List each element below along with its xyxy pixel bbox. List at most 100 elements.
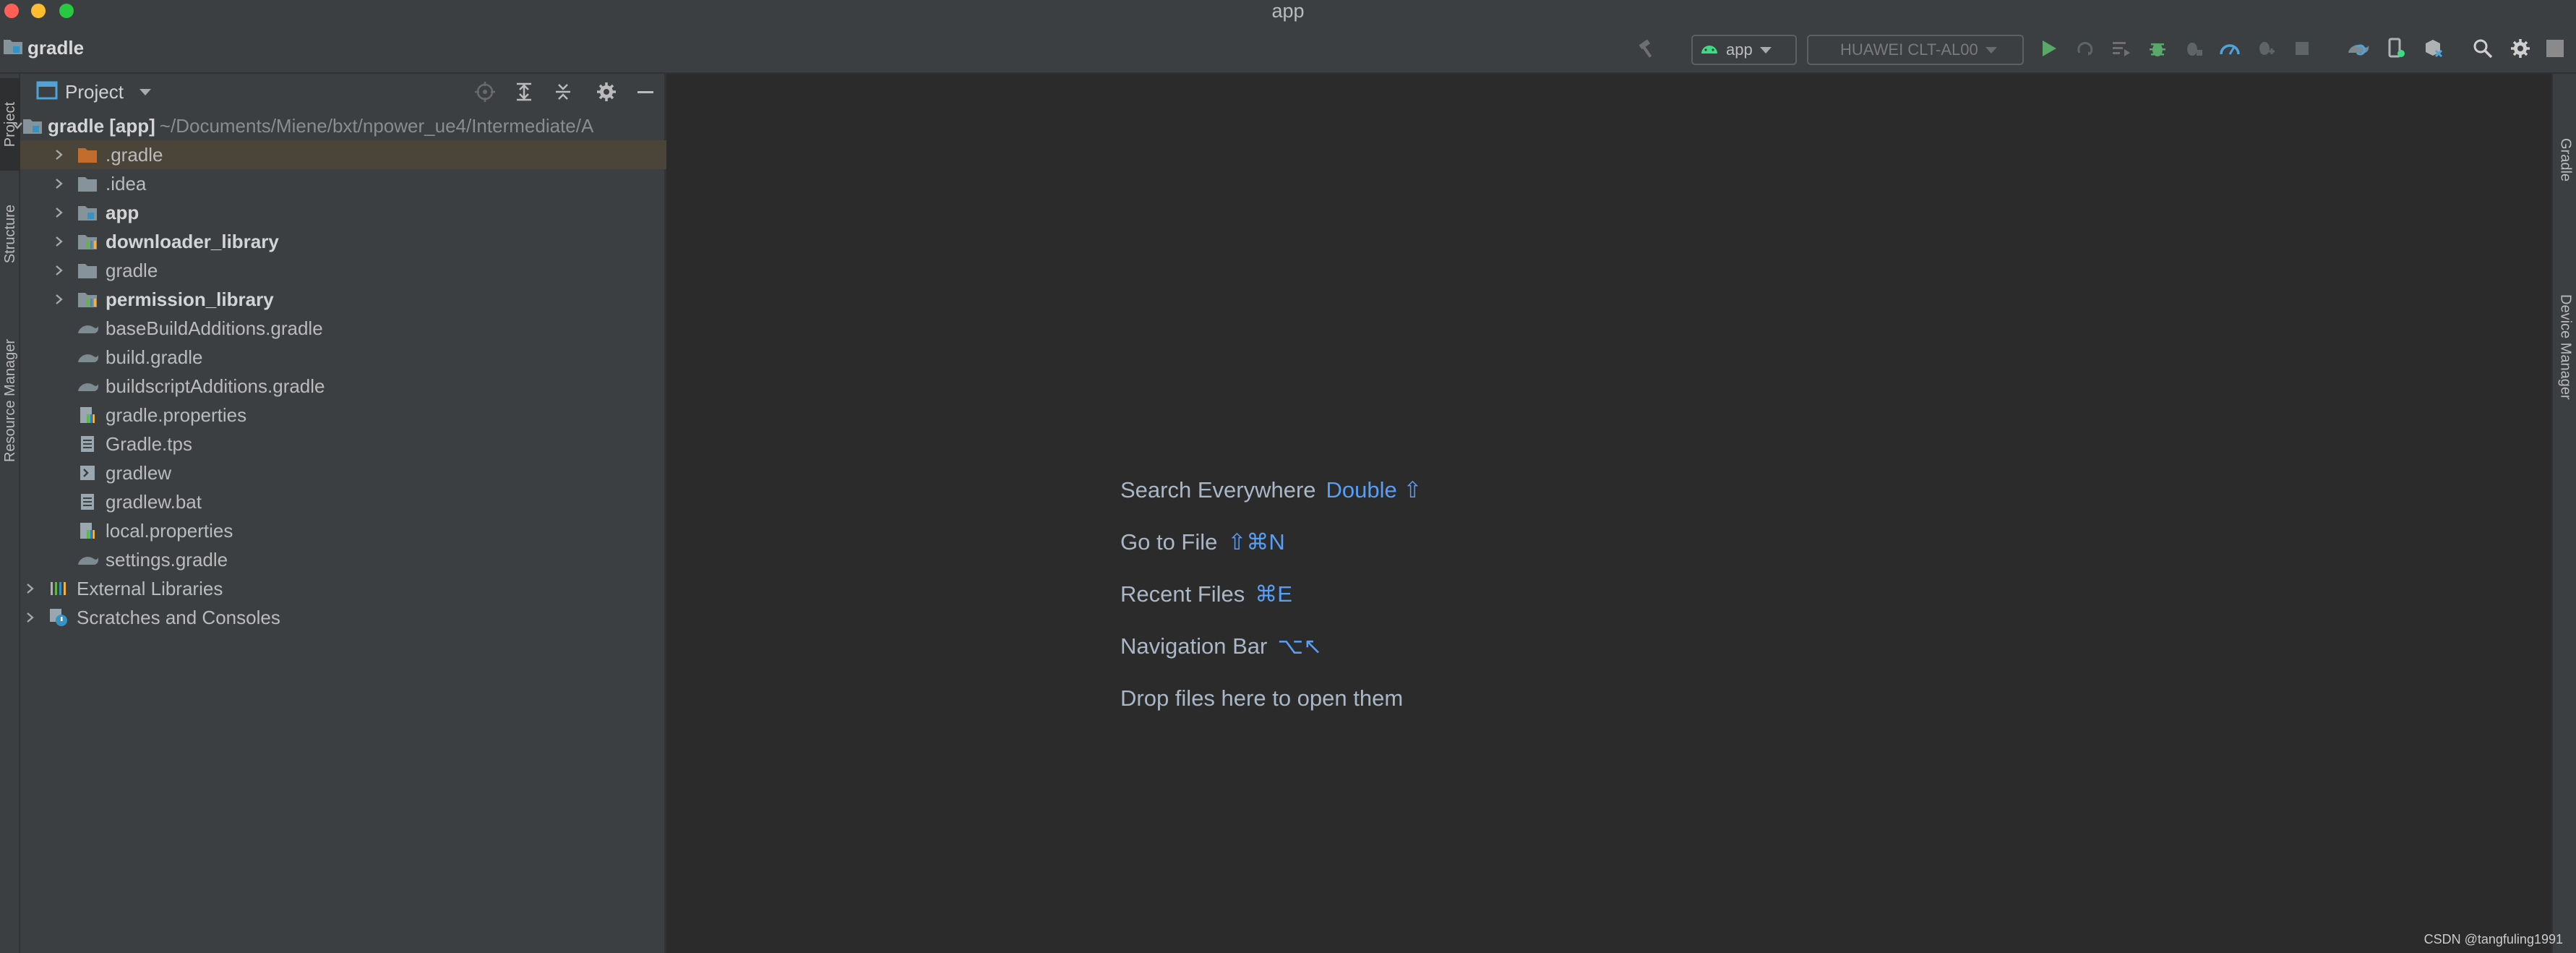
window-title: app [1271, 0, 1305, 22]
tree-row[interactable]: gradlew [20, 458, 666, 487]
tree-root-name: gradle [app] [48, 114, 155, 137]
tree-row[interactable]: build.gradle [20, 343, 666, 372]
gradle-sync-icon[interactable] [2346, 36, 2371, 61]
chevron-right-icon[interactable] [52, 140, 66, 169]
tree-root-path: ~/Documents/Miene/bxt/npower_ue4/Interme… [159, 114, 594, 137]
right-tool-strip: Gradle Device Manager [2551, 74, 2576, 953]
tree-row[interactable]: local.properties [20, 516, 666, 545]
tree-row[interactable]: External Libraries [20, 574, 666, 603]
chevron-right-icon[interactable] [23, 603, 38, 632]
tool-tab-device-manager-label: Device Manager [2557, 294, 2574, 400]
breadcrumb[interactable]: gradle [3, 36, 84, 59]
tree-row[interactable]: settings.gradle [20, 545, 666, 574]
tool-tab-gradle-label: Gradle [2557, 137, 2574, 182]
hint-label: Drop files here to open them [1120, 685, 1404, 711]
hint-label: Search Everywhere [1120, 477, 1316, 503]
apply-code-changes-icon[interactable] [2109, 36, 2134, 61]
tree-row[interactable]: gradle.properties [20, 401, 666, 430]
tree-item-label: build.gradle [106, 346, 203, 368]
tree-item-label: settings.gradle [106, 548, 228, 570]
tool-tab-gradle[interactable]: Gradle [2553, 84, 2576, 236]
tree-item-label: .idea [106, 172, 147, 195]
tree-item-label: buildscriptAdditions.gradle [106, 375, 325, 397]
attach-debugger-icon[interactable] [2181, 36, 2206, 61]
collapse-all-icon[interactable] [551, 80, 575, 104]
tree-row[interactable]: .gradle [20, 140, 666, 169]
module-folder-icon [77, 198, 98, 227]
attach-process-icon[interactable] [2254, 36, 2278, 61]
locate-file-icon[interactable] [473, 80, 497, 104]
chevron-right-icon[interactable] [52, 256, 66, 285]
watermark: CSDN @tangfuling1991 [2423, 932, 2563, 946]
layout-icon[interactable] [2543, 36, 2567, 61]
tree-row[interactable]: .idea [20, 169, 666, 198]
folder-icon [77, 169, 98, 198]
editor-hint: Go to File ⇧⌘N [1120, 529, 1285, 555]
gear-icon[interactable] [594, 80, 619, 104]
tree-row[interactable]: downloader_library [20, 227, 666, 256]
run-configuration-select[interactable]: app [1691, 35, 1797, 65]
gradle-elephant-icon [77, 314, 98, 343]
search-icon[interactable] [2470, 36, 2495, 61]
tree-item-label: External Libraries [77, 577, 223, 599]
breadcrumb-project: gradle [27, 36, 85, 59]
tree-row[interactable]: buildscriptAdditions.gradle [20, 372, 666, 401]
chevron-right-icon[interactable] [52, 169, 66, 198]
run-icon[interactable] [2037, 36, 2061, 61]
expand-all-icon[interactable] [512, 80, 536, 104]
tree-row[interactable]: gradlew.bat [20, 487, 666, 516]
gear-icon[interactable] [2508, 36, 2533, 61]
stop-icon[interactable] [2290, 36, 2314, 61]
chevron-right-icon[interactable] [52, 227, 66, 256]
folder-excluded-icon [77, 140, 98, 169]
tree-row[interactable]: gradle [app] ~/Documents/Miene/bxt/npower… [12, 111, 666, 140]
tree-item-label: Scratches and Consoles [77, 606, 280, 628]
chevron-down-icon [1985, 46, 1997, 54]
properties-file-icon [77, 516, 98, 545]
tree-item-label: baseBuildAdditions.gradle [106, 317, 323, 339]
chevron-right-icon[interactable] [52, 285, 66, 314]
run-configuration-label: app [1726, 40, 1753, 59]
left-tool-strip: Project Structure Resource Manager [0, 74, 20, 953]
tree-item-label: gradlew [106, 461, 172, 484]
apply-changes-restart-icon[interactable] [2073, 36, 2098, 61]
profile-icon[interactable] [2217, 36, 2242, 61]
tree-item-label: gradle.properties [106, 403, 247, 426]
gradle-elephant-icon [77, 545, 98, 574]
tool-tab-resource-manager-label: Resource Manager [1, 338, 18, 463]
sdk-manager-icon[interactable] [2421, 36, 2446, 61]
chevron-down-icon[interactable] [139, 88, 151, 95]
tree-row[interactable]: permission_library [20, 285, 666, 314]
scratches-icon [48, 603, 69, 632]
tree-row[interactable]: baseBuildAdditions.gradle [20, 314, 666, 343]
tool-tab-structure[interactable]: Structure [0, 188, 20, 281]
editor-hint: Navigation Bar ⌥↖ [1120, 633, 1322, 659]
tree-row[interactable]: Scratches and Consoles [20, 603, 666, 632]
tool-tab-device-manager[interactable]: Device Manager [2553, 262, 2576, 432]
project-panel-header: Project [20, 74, 666, 110]
module-folder-icon [22, 111, 43, 140]
tool-tab-resource-manager[interactable]: Resource Manager [0, 315, 20, 486]
tree-item-label: permission_library [106, 288, 274, 310]
hint-label: Go to File [1120, 529, 1218, 555]
tree-item-label: gradle [106, 259, 158, 281]
tree-item-label: app [106, 201, 139, 223]
tree-row[interactable]: gradle [20, 256, 666, 285]
chevron-right-icon[interactable] [52, 198, 66, 227]
editor-empty-area[interactable]: Search Everywhere Double ⇧ Go to File ⇧⌘N Re… [666, 74, 2551, 953]
chevron-right-icon[interactable] [23, 574, 38, 603]
tree-row[interactable]: app [20, 198, 666, 227]
device-select[interactable]: HUAWEI CLT-AL00 [1807, 35, 2024, 65]
tree-item-label: local.properties [106, 519, 233, 542]
hint-label: Navigation Bar [1120, 633, 1268, 659]
hide-panel-icon[interactable] [633, 80, 658, 104]
device-manager-icon[interactable] [2384, 36, 2408, 61]
editor-hint: Search Everywhere Double ⇧ [1120, 477, 1422, 503]
chevron-down-icon [1759, 46, 1772, 54]
main-toolbar: gradle app HUAWEI CLT-AL00 [0, 22, 2576, 74]
tree-row[interactable]: Gradle.tps [20, 430, 666, 458]
debug-icon[interactable] [2145, 36, 2170, 61]
library-module-icon [77, 285, 98, 314]
project-view-title[interactable]: Project [65, 81, 124, 103]
hammer-icon[interactable] [1635, 36, 1660, 61]
